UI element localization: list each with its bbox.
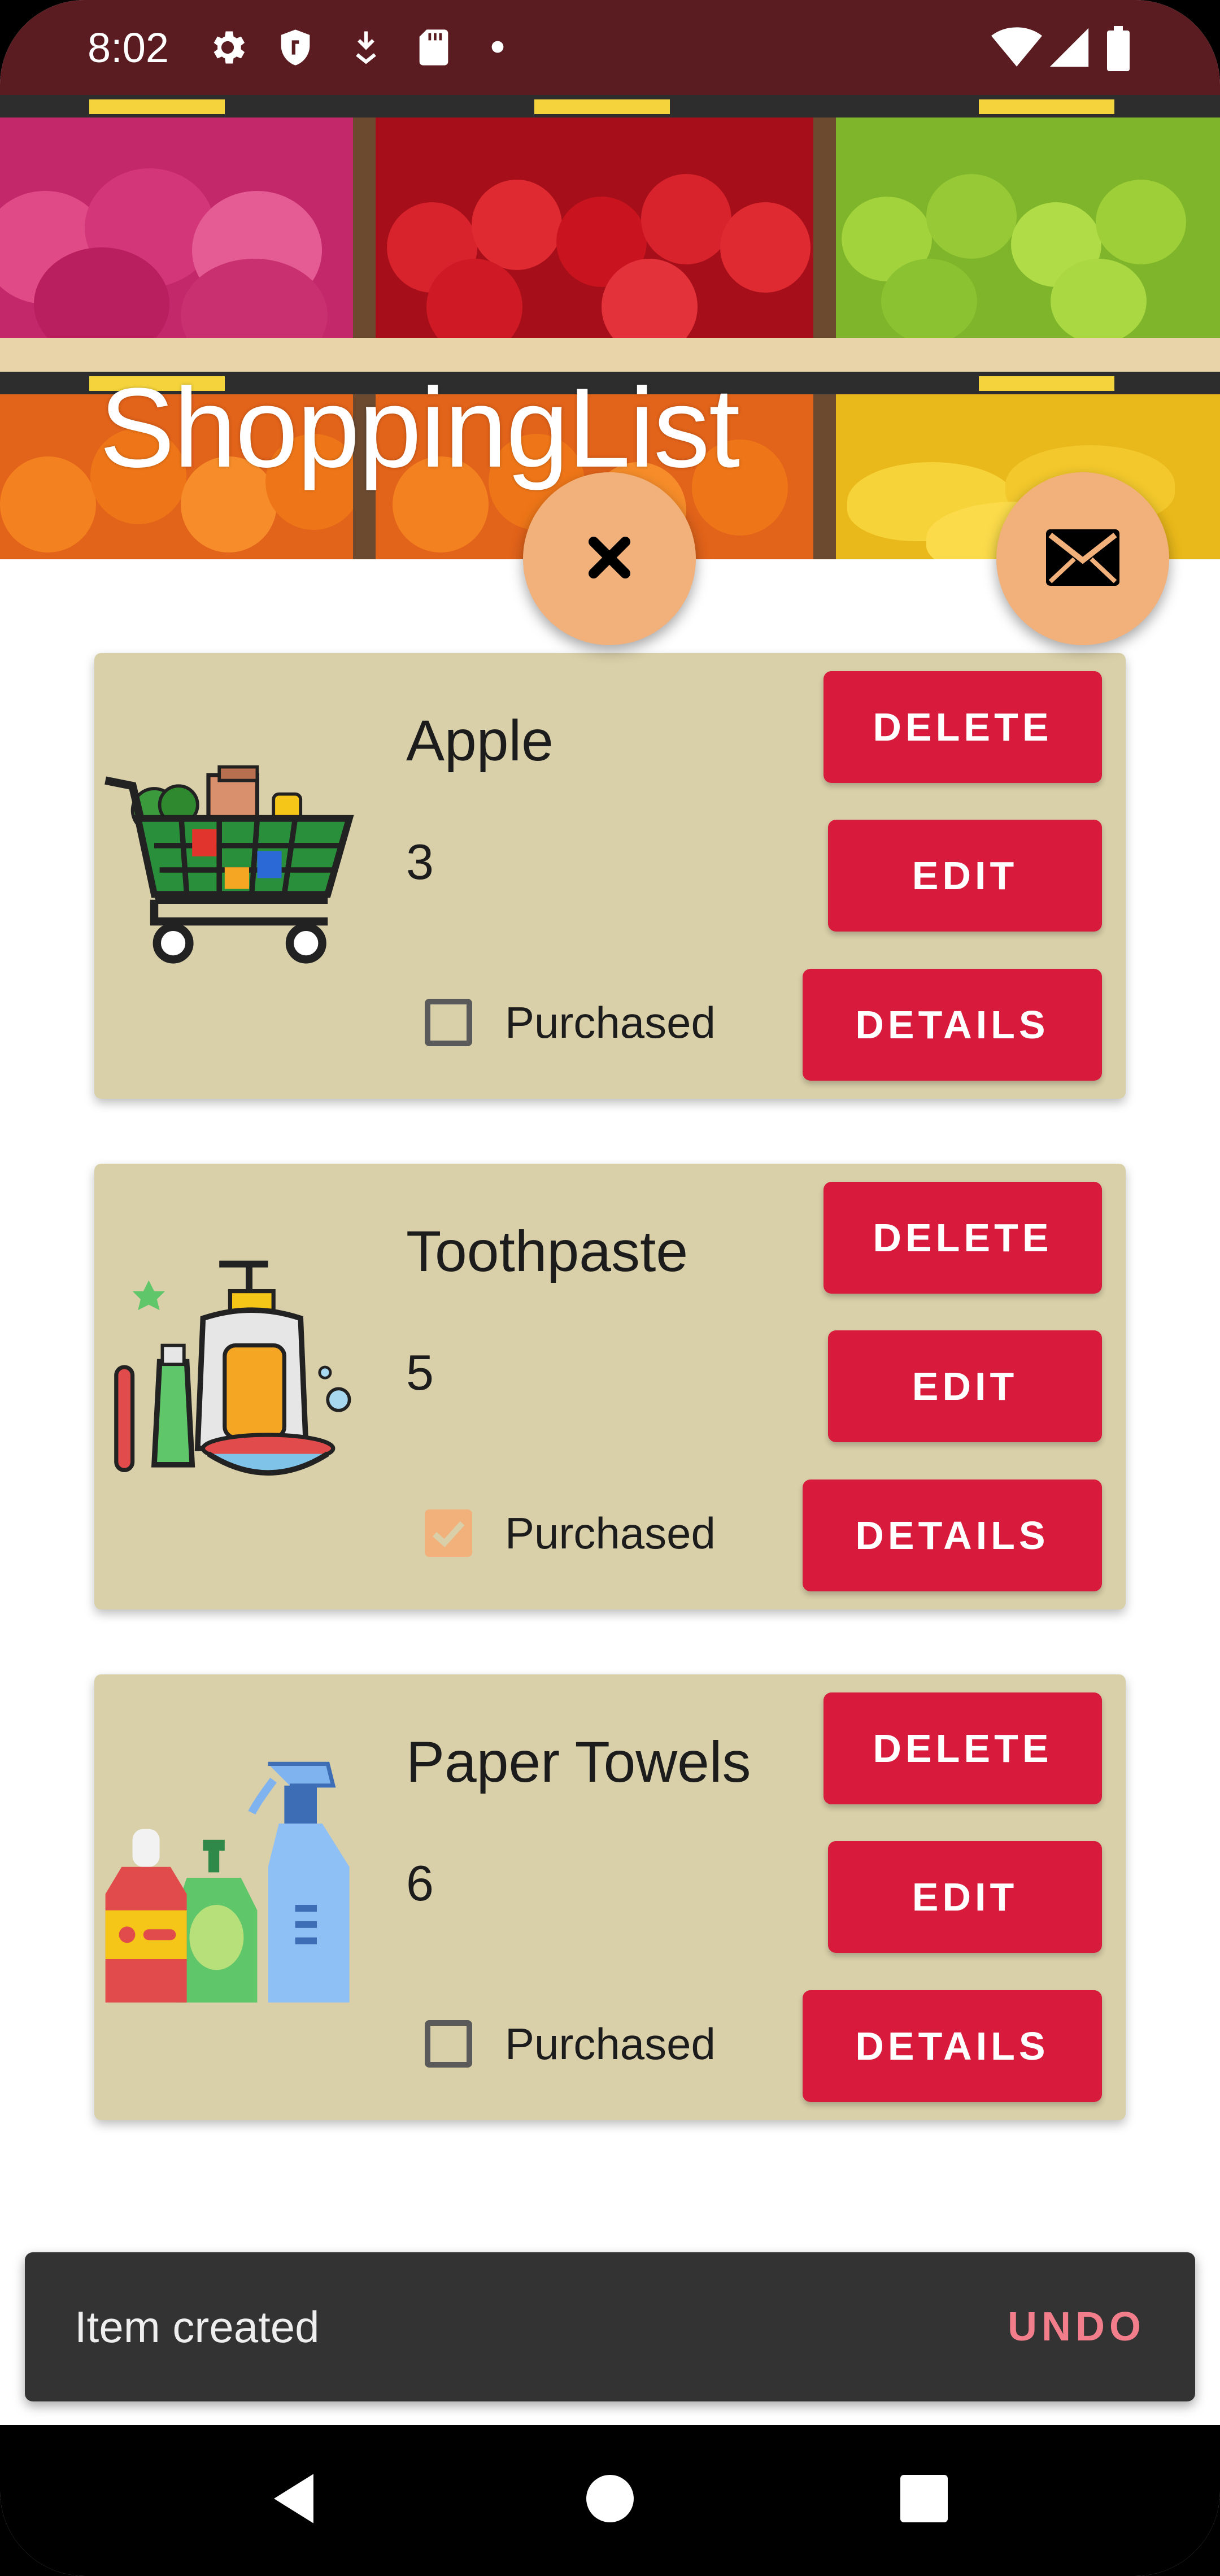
home-icon[interactable]	[565, 2453, 655, 2544]
purchased-checkbox-row[interactable]: Purchased	[425, 1505, 716, 1561]
toiletries-image	[100, 1232, 371, 1503]
purchased-label: Purchased	[505, 997, 716, 1047]
purchased-label: Purchased	[505, 2018, 716, 2069]
details-button[interactable]: DETAILS	[803, 969, 1102, 1081]
navigation-bar	[0, 2425, 1220, 2576]
app-title: ShoppingList	[99, 365, 740, 491]
item-quantity: 5	[406, 1344, 434, 1400]
item-card-apple: Apple 3 Purchased DELETE EDIT DETAILS	[94, 653, 1126, 1099]
app-screen: 8:02 ShoppingList Apple 3 Purchased DELE…	[0, 0, 1220, 2576]
purchased-checkbox[interactable]	[425, 999, 472, 1046]
details-button[interactable]: DETAILS	[803, 1990, 1102, 2102]
shopping-cart-image	[100, 721, 371, 992]
status-time: 8:02	[88, 24, 169, 71]
email-fab-button[interactable]	[996, 472, 1169, 645]
edit-button[interactable]: EDIT	[828, 1841, 1102, 1953]
close-icon	[582, 530, 637, 588]
purchased-checkbox[interactable]	[425, 2020, 472, 2068]
recents-icon[interactable]	[879, 2453, 969, 2544]
sd-card-icon	[412, 26, 455, 72]
delete-button[interactable]: DELETE	[823, 1692, 1102, 1804]
clear-fab-button[interactable]	[523, 472, 696, 645]
purchased-checkbox[interactable]	[425, 1509, 472, 1557]
delete-button[interactable]: DELETE	[823, 1182, 1102, 1294]
purchased-checkbox-row[interactable]: Purchased	[425, 994, 716, 1051]
signal-icon	[1048, 26, 1091, 72]
download-icon	[345, 26, 387, 72]
delete-button[interactable]: DELETE	[823, 671, 1102, 783]
edit-button[interactable]: EDIT	[828, 820, 1102, 932]
shield-icon	[274, 26, 317, 72]
cleaning-supplies-image	[100, 1742, 371, 2013]
item-name: Toothpaste	[406, 1219, 689, 1283]
dot-icon	[490, 40, 505, 57]
undo-button[interactable]: UNDO	[1008, 2252, 1145, 2401]
item-card-paper-towels: Paper Towels 6 Purchased DELETE EDIT DET…	[94, 1674, 1126, 2120]
purchased-label: Purchased	[505, 1508, 716, 1558]
item-quantity: 3	[406, 834, 434, 890]
wifi-icon	[991, 26, 1042, 72]
mail-icon	[1043, 526, 1122, 591]
battery-icon	[1104, 26, 1132, 74]
purchased-checkbox-row[interactable]: Purchased	[425, 2016, 716, 2072]
item-name: Paper Towels	[406, 1730, 751, 1794]
item-card-toothpaste: Toothpaste 5 Purchased DELETE EDIT DETAI…	[94, 1164, 1126, 1609]
checkmark-icon	[432, 1521, 465, 1547]
details-button[interactable]: DETAILS	[803, 1480, 1102, 1591]
item-name: Apple	[406, 708, 554, 773]
status-bar: 8:02	[0, 0, 1220, 95]
snackbar-message: Item created	[75, 2302, 320, 2352]
edit-button[interactable]: EDIT	[828, 1330, 1102, 1442]
back-icon[interactable]	[249, 2453, 339, 2544]
gear-icon	[206, 26, 249, 72]
item-quantity: 6	[406, 1855, 434, 1911]
snackbar: Item created UNDO	[25, 2252, 1195, 2401]
